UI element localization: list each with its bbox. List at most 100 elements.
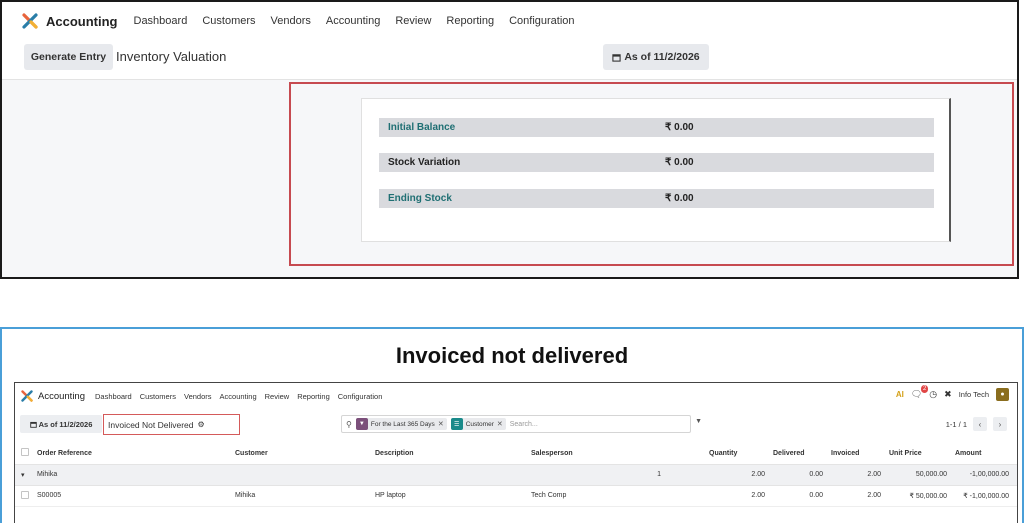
- menu-customers[interactable]: Customers: [202, 15, 255, 27]
- cell-customer[interactable]: Mihika: [235, 485, 375, 507]
- col-description[interactable]: Description: [375, 443, 531, 465]
- avatar[interactable]: ●: [996, 388, 1009, 401]
- cell-amount[interactable]: ₹ -1,00,000.00: [955, 485, 1017, 507]
- table-header-row: Order Reference Customer Description Sal…: [15, 443, 1017, 465]
- facet-date-label: For the Last 365 Days: [370, 420, 435, 428]
- cell-unit-price[interactable]: ₹ 50,000.00: [889, 485, 955, 507]
- ending-stock-label[interactable]: Ending Stock: [388, 193, 452, 204]
- group-amount: -1,00,000.00: [955, 464, 1017, 486]
- accounting-app-icon[interactable]: [21, 390, 33, 402]
- search-bar[interactable]: ⚲ ▼ For the Last 365 Days ✕ ☰ Customer ✕…: [341, 415, 702, 433]
- as-of-date-label: As of 11/2/2026: [38, 419, 93, 429]
- calendar-icon: [29, 421, 37, 428]
- facet-date-filter[interactable]: ▼ For the Last 365 Days ✕: [355, 418, 447, 430]
- as-of-date-button[interactable]: As of 11/2/2026: [603, 44, 709, 70]
- select-all-checkbox[interactable]: [21, 448, 29, 457]
- row-select[interactable]: [15, 485, 37, 507]
- settings-gear-icon[interactable]: ⚙: [198, 420, 205, 429]
- chevron-left-icon[interactable]: ‹: [973, 417, 987, 431]
- cell-salesperson[interactable]: Tech Comp: [531, 485, 709, 507]
- invoiced-not-delivered-panel: Invoiced not delivered Accounting Dashbo…: [0, 327, 1024, 523]
- group-quantity: 2.00: [709, 464, 773, 486]
- menu-configuration[interactable]: Configuration: [338, 392, 383, 401]
- menu-reporting[interactable]: Reporting: [446, 15, 494, 27]
- remove-facet-icon[interactable]: ✕: [497, 420, 503, 428]
- search-icon: ⚲: [346, 419, 352, 429]
- col-unit-price[interactable]: Unit Price: [889, 443, 955, 465]
- col-order-reference[interactable]: Order Reference: [37, 443, 235, 465]
- menu-accounting[interactable]: Accounting: [220, 392, 257, 401]
- group-count: 1: [531, 464, 709, 486]
- tools-icon[interactable]: ✖: [944, 389, 952, 400]
- valuation-row-stock-variation: Stock Variation ₹ 0.00: [379, 153, 934, 172]
- menu-accounting[interactable]: Accounting: [326, 15, 380, 27]
- select-all-header[interactable]: [15, 443, 37, 465]
- sales-order-lines-table: Order Reference Customer Description Sal…: [15, 443, 1017, 507]
- valuation-row-ending-stock: Ending Stock ₹ 0.00: [379, 189, 934, 208]
- calendar-icon: [612, 53, 621, 62]
- menu-vendors[interactable]: Vendors: [271, 15, 311, 27]
- accounting-app-icon[interactable]: [22, 13, 38, 29]
- inventory-valuation-screenshot: Accounting Dashboard Customers Vendors A…: [0, 0, 1019, 279]
- chat-icon[interactable]: 🗨 2: [911, 385, 929, 400]
- group-row-mihika[interactable]: ▾ Mihika 1 2.00 0.00 2.00 50,000.00 -1,0…: [15, 464, 1017, 486]
- col-invoiced[interactable]: Invoiced: [831, 443, 889, 465]
- group-delivered: 0.00: [773, 464, 831, 486]
- control-panel: As of 11/2/2026 Invoiced Not Delivered ⚙…: [15, 411, 1017, 439]
- menu-reporting[interactable]: Reporting: [297, 392, 330, 401]
- app-title[interactable]: Accounting: [46, 14, 118, 29]
- cell-invoiced[interactable]: 2.00: [831, 485, 889, 507]
- menu-dashboard[interactable]: Dashboard: [134, 15, 188, 27]
- notification-badge: 2: [920, 385, 929, 393]
- cell-quantity[interactable]: 2.00: [709, 485, 773, 507]
- group-name[interactable]: Mihika: [37, 464, 235, 486]
- menu-customers[interactable]: Customers: [140, 392, 176, 401]
- cell-delivered[interactable]: 0.00: [773, 485, 831, 507]
- facet-groupby-customer[interactable]: ☰ Customer ✕: [450, 418, 506, 430]
- group-caret-icon[interactable]: ▾: [15, 464, 37, 486]
- col-customer[interactable]: Customer: [235, 443, 375, 465]
- caret-down-icon[interactable]: ▼: [695, 418, 702, 425]
- group-invoiced: 2.00: [831, 464, 889, 486]
- menu-review[interactable]: Review: [395, 15, 431, 27]
- ai-icon[interactable]: AI: [896, 390, 904, 399]
- menu-configuration[interactable]: Configuration: [509, 15, 574, 27]
- group-by-icon: ☰: [450, 418, 463, 430]
- col-salesperson[interactable]: Salesperson: [531, 443, 709, 465]
- initial-balance-label[interactable]: Initial Balance: [388, 122, 455, 133]
- stock-variation-label: Stock Variation: [388, 157, 461, 168]
- chevron-right-icon[interactable]: ›: [993, 417, 1007, 431]
- group-unit-price: 50,000.00: [889, 464, 955, 486]
- table-row[interactable]: S00005 Mihika HP laptop Tech Comp 2.00 0…: [15, 485, 1017, 507]
- ending-stock-amount: ₹ 0.00: [665, 193, 694, 204]
- top-navbar: Accounting Dashboard Customers Vendors A…: [2, 2, 1017, 40]
- app-title[interactable]: Accounting: [38, 391, 85, 402]
- col-quantity[interactable]: Quantity: [709, 443, 773, 465]
- menu-vendors[interactable]: Vendors: [184, 392, 212, 401]
- row-checkbox[interactable]: [21, 490, 29, 499]
- facet-customer-label: Customer: [465, 420, 494, 428]
- filter-label: Invoiced Not Delivered: [108, 419, 194, 430]
- cell-order-ref[interactable]: S00005: [37, 485, 235, 507]
- col-delivered[interactable]: Delivered: [773, 443, 831, 465]
- clock-icon[interactable]: ◷: [929, 389, 937, 400]
- search-input[interactable]: Search...: [510, 421, 538, 428]
- pager: 1-1 / 1 ‹ ›: [946, 417, 1007, 431]
- invoiced-not-delivered-filter[interactable]: Invoiced Not Delivered ⚙: [103, 414, 240, 435]
- stock-variation-amount: ₹ 0.00: [665, 157, 694, 168]
- as-of-date-label: As of 11/2/2026: [624, 51, 700, 63]
- as-of-date-button[interactable]: As of 11/2/2026: [20, 415, 102, 433]
- cell-description[interactable]: HP laptop: [375, 485, 531, 507]
- pager-value[interactable]: 1-1 / 1: [946, 420, 967, 429]
- valuation-row-initial-balance: Initial Balance ₹ 0.00: [379, 118, 934, 137]
- company-name[interactable]: Info Tech: [959, 390, 989, 399]
- control-panel: Generate Entry Inventory Valuation As of…: [2, 40, 1017, 80]
- col-amount[interactable]: Amount: [955, 443, 1017, 465]
- initial-balance-amount: ₹ 0.00: [665, 122, 694, 133]
- menu-review[interactable]: Review: [265, 392, 290, 401]
- remove-facet-icon[interactable]: ✕: [438, 420, 444, 428]
- systray: AI 🗨 2 ◷ ✖ Info Tech ●: [896, 385, 1009, 401]
- top-navbar: Accounting Dashboard Customers Vendors A…: [15, 383, 1017, 409]
- menu-dashboard[interactable]: Dashboard: [95, 392, 132, 401]
- generate-entry-button[interactable]: Generate Entry: [24, 44, 113, 70]
